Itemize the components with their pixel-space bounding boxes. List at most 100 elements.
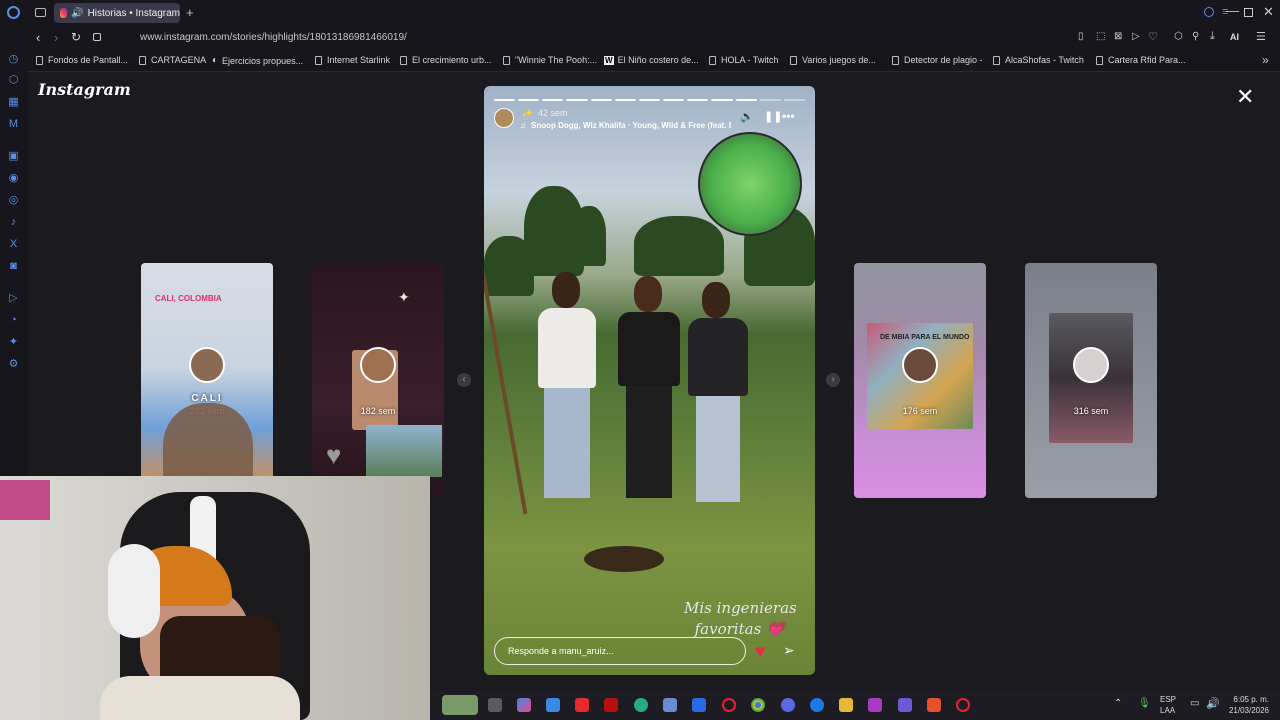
bookmark-item[interactable]: Internet Starlink: [315, 55, 390, 65]
app-icon[interactable]: [663, 698, 677, 712]
facebook-icon[interactable]: [810, 698, 824, 712]
product-sticker: [698, 132, 802, 236]
pause-icon[interactable]: ❚❚: [764, 110, 782, 123]
reload-icon[interactable]: ↻: [71, 30, 81, 44]
bookmarks-overflow-icon[interactable]: »: [1262, 53, 1269, 67]
gmail-icon[interactable]: M: [7, 118, 20, 131]
heart-toolbar-icon[interactable]: ♡: [1148, 30, 1158, 43]
next-story-button[interactable]: ›: [826, 373, 840, 387]
minimize-button[interactable]: —: [1226, 3, 1239, 18]
cube-icon[interactable]: ⬡: [1174, 31, 1183, 42]
settings-icon[interactable]: ⚙: [7, 358, 20, 371]
music-track[interactable]: Snoop Dogg, Wiz Khalifa · Young, Wild & …: [531, 121, 731, 130]
bookmark-item[interactable]: AlcaShofas - Twitch: [993, 55, 1084, 65]
instagram-logo[interactable]: Instagram: [38, 80, 131, 99]
bookmark-item[interactable]: HOLA - Twitch: [709, 55, 778, 65]
close-window-button[interactable]: ✕: [1263, 4, 1274, 20]
opera-taskbar-icon[interactable]: [722, 698, 736, 712]
volume-icon[interactable]: 🔊: [1206, 697, 1220, 710]
back-icon[interactable]: ‹: [36, 30, 40, 45]
story-avatar: [902, 347, 938, 383]
x-icon[interactable]: X: [7, 238, 20, 251]
whatsapp-icon[interactable]: ◉: [7, 172, 20, 185]
bookmark-item[interactable]: Varios juegos de...: [790, 55, 876, 65]
edge-icon[interactable]: [634, 698, 648, 712]
bookmark-item[interactable]: Detector de plagio -: [892, 55, 983, 65]
sweater: [538, 308, 596, 388]
vpn-icon[interactable]: ⊠: [1114, 31, 1122, 42]
bookmark-item[interactable]: El crecimiento urb...: [400, 55, 492, 65]
chrome-icon[interactable]: [751, 698, 765, 712]
tray-chevron-icon[interactable]: ⌃: [1114, 698, 1122, 709]
opera-gx-icon[interactable]: [956, 698, 970, 712]
side-story-4[interactable]: 316 sem: [1025, 263, 1157, 498]
discord-sidebar-icon[interactable]: ◙: [7, 260, 20, 273]
bookmark-item[interactable]: Fondos de Pantall...: [36, 55, 128, 65]
mail-icon[interactable]: [692, 698, 706, 712]
speed-dial-icon[interactable]: ◷: [7, 53, 20, 66]
onenote-icon[interactable]: [868, 698, 882, 712]
ai-button[interactable]: AI: [1230, 32, 1239, 42]
mute-icon[interactable]: 🔈: [740, 110, 754, 123]
speaker-icon[interactable]: 🔊: [71, 8, 83, 19]
lock-icon[interactable]: [93, 33, 101, 41]
active-story[interactable]: ✨ 42 sem ♫ Snoop Dogg, Wiz Khalifa · You…: [484, 86, 815, 675]
netflix-icon[interactable]: [604, 698, 618, 712]
brave-icon[interactable]: [927, 698, 941, 712]
opera-logo-icon[interactable]: [7, 6, 20, 19]
page-icon: [139, 55, 146, 65]
language-indicator[interactable]: ESP LAA: [1160, 694, 1176, 716]
forward-icon[interactable]: ›: [54, 30, 58, 45]
task-view-icon[interactable]: [488, 698, 502, 712]
like-heart-icon[interactable]: ♥: [755, 641, 766, 662]
discord-icon[interactable]: [781, 698, 795, 712]
history-icon[interactable]: ◔: [7, 314, 20, 327]
url-field[interactable]: www.instagram.com/stories/highlights/180…: [140, 32, 407, 43]
sparkle-emoji-icon: ✨: [522, 108, 534, 118]
search-icon[interactable]: [1204, 7, 1214, 17]
clock[interactable]: 6:05 p. m. 21/03/2026: [1225, 694, 1269, 716]
extensions-icon[interactable]: ⚲: [1192, 31, 1199, 42]
side-story-2[interactable]: ✦ 182 sem ♥: [312, 263, 444, 498]
aria-icon[interactable]: ⬡: [7, 74, 20, 87]
share-send-icon[interactable]: ➢: [783, 642, 795, 659]
file-explorer-icon[interactable]: [839, 698, 853, 712]
bookmark-item[interactable]: ◐ Ejercicios propues...: [212, 55, 303, 66]
bookmark-item[interactable]: "Winnie The Pooh:...: [503, 55, 597, 65]
restore-button[interactable]: [1244, 8, 1253, 17]
download-icon[interactable]: ⤓: [1210, 30, 1215, 43]
bookmark-item[interactable]: W El Niño costero de...: [604, 55, 699, 65]
tab-instagram-stories[interactable]: 🔊 Historias • Instagram: [54, 3, 180, 23]
side-story-3[interactable]: DE MBIA PARA EL MUNDO 176 sem: [854, 263, 986, 498]
tab-switcher-icon[interactable]: [35, 8, 46, 17]
extensions-sidebar-icon[interactable]: ✦: [7, 336, 20, 349]
snapshot-icon[interactable]: ⬚: [1096, 31, 1105, 42]
youtube-icon[interactable]: [575, 698, 589, 712]
store-icon[interactable]: [546, 698, 560, 712]
microphone-icon[interactable]: 🎙: [1138, 698, 1151, 709]
previous-story-button[interactable]: ‹: [457, 373, 471, 387]
weather-widget[interactable]: [442, 695, 478, 715]
more-options-icon[interactable]: •••: [782, 109, 795, 123]
display-icon[interactable]: ▭: [1190, 698, 1199, 709]
copilot-icon[interactable]: [517, 698, 531, 712]
instagram-sidebar-icon[interactable]: ◎: [7, 194, 20, 207]
new-tab-button[interactable]: +: [186, 5, 194, 20]
story-age: 182 sem: [360, 406, 396, 416]
teams-icon[interactable]: [898, 698, 912, 712]
progress-segment: [518, 99, 540, 101]
twitch-sidebar-icon[interactable]: ▣: [7, 150, 20, 163]
bookmark-icon[interactable]: ▯: [1078, 31, 1084, 42]
progress-segment: [614, 99, 636, 101]
workspaces-icon[interactable]: ▦: [7, 96, 20, 109]
close-story-button[interactable]: ✕: [1236, 86, 1254, 108]
player-icon[interactable]: ▷: [7, 292, 20, 305]
story-owner-avatar[interactable]: [494, 108, 514, 128]
play-icon[interactable]: ▷: [1132, 31, 1140, 42]
easy-setup-icon[interactable]: ☰: [1256, 30, 1266, 43]
side-story-cali[interactable]: CALI, COLOMBIA CALI 221 sem: [141, 263, 273, 498]
bookmark-item[interactable]: CARTAGENA: [139, 55, 206, 65]
bookmark-item[interactable]: Cartera Rfid Para...: [1096, 55, 1186, 65]
tiktok-icon[interactable]: ♪: [7, 216, 20, 229]
reply-input[interactable]: Responde a manu_aruiz...: [494, 637, 746, 665]
